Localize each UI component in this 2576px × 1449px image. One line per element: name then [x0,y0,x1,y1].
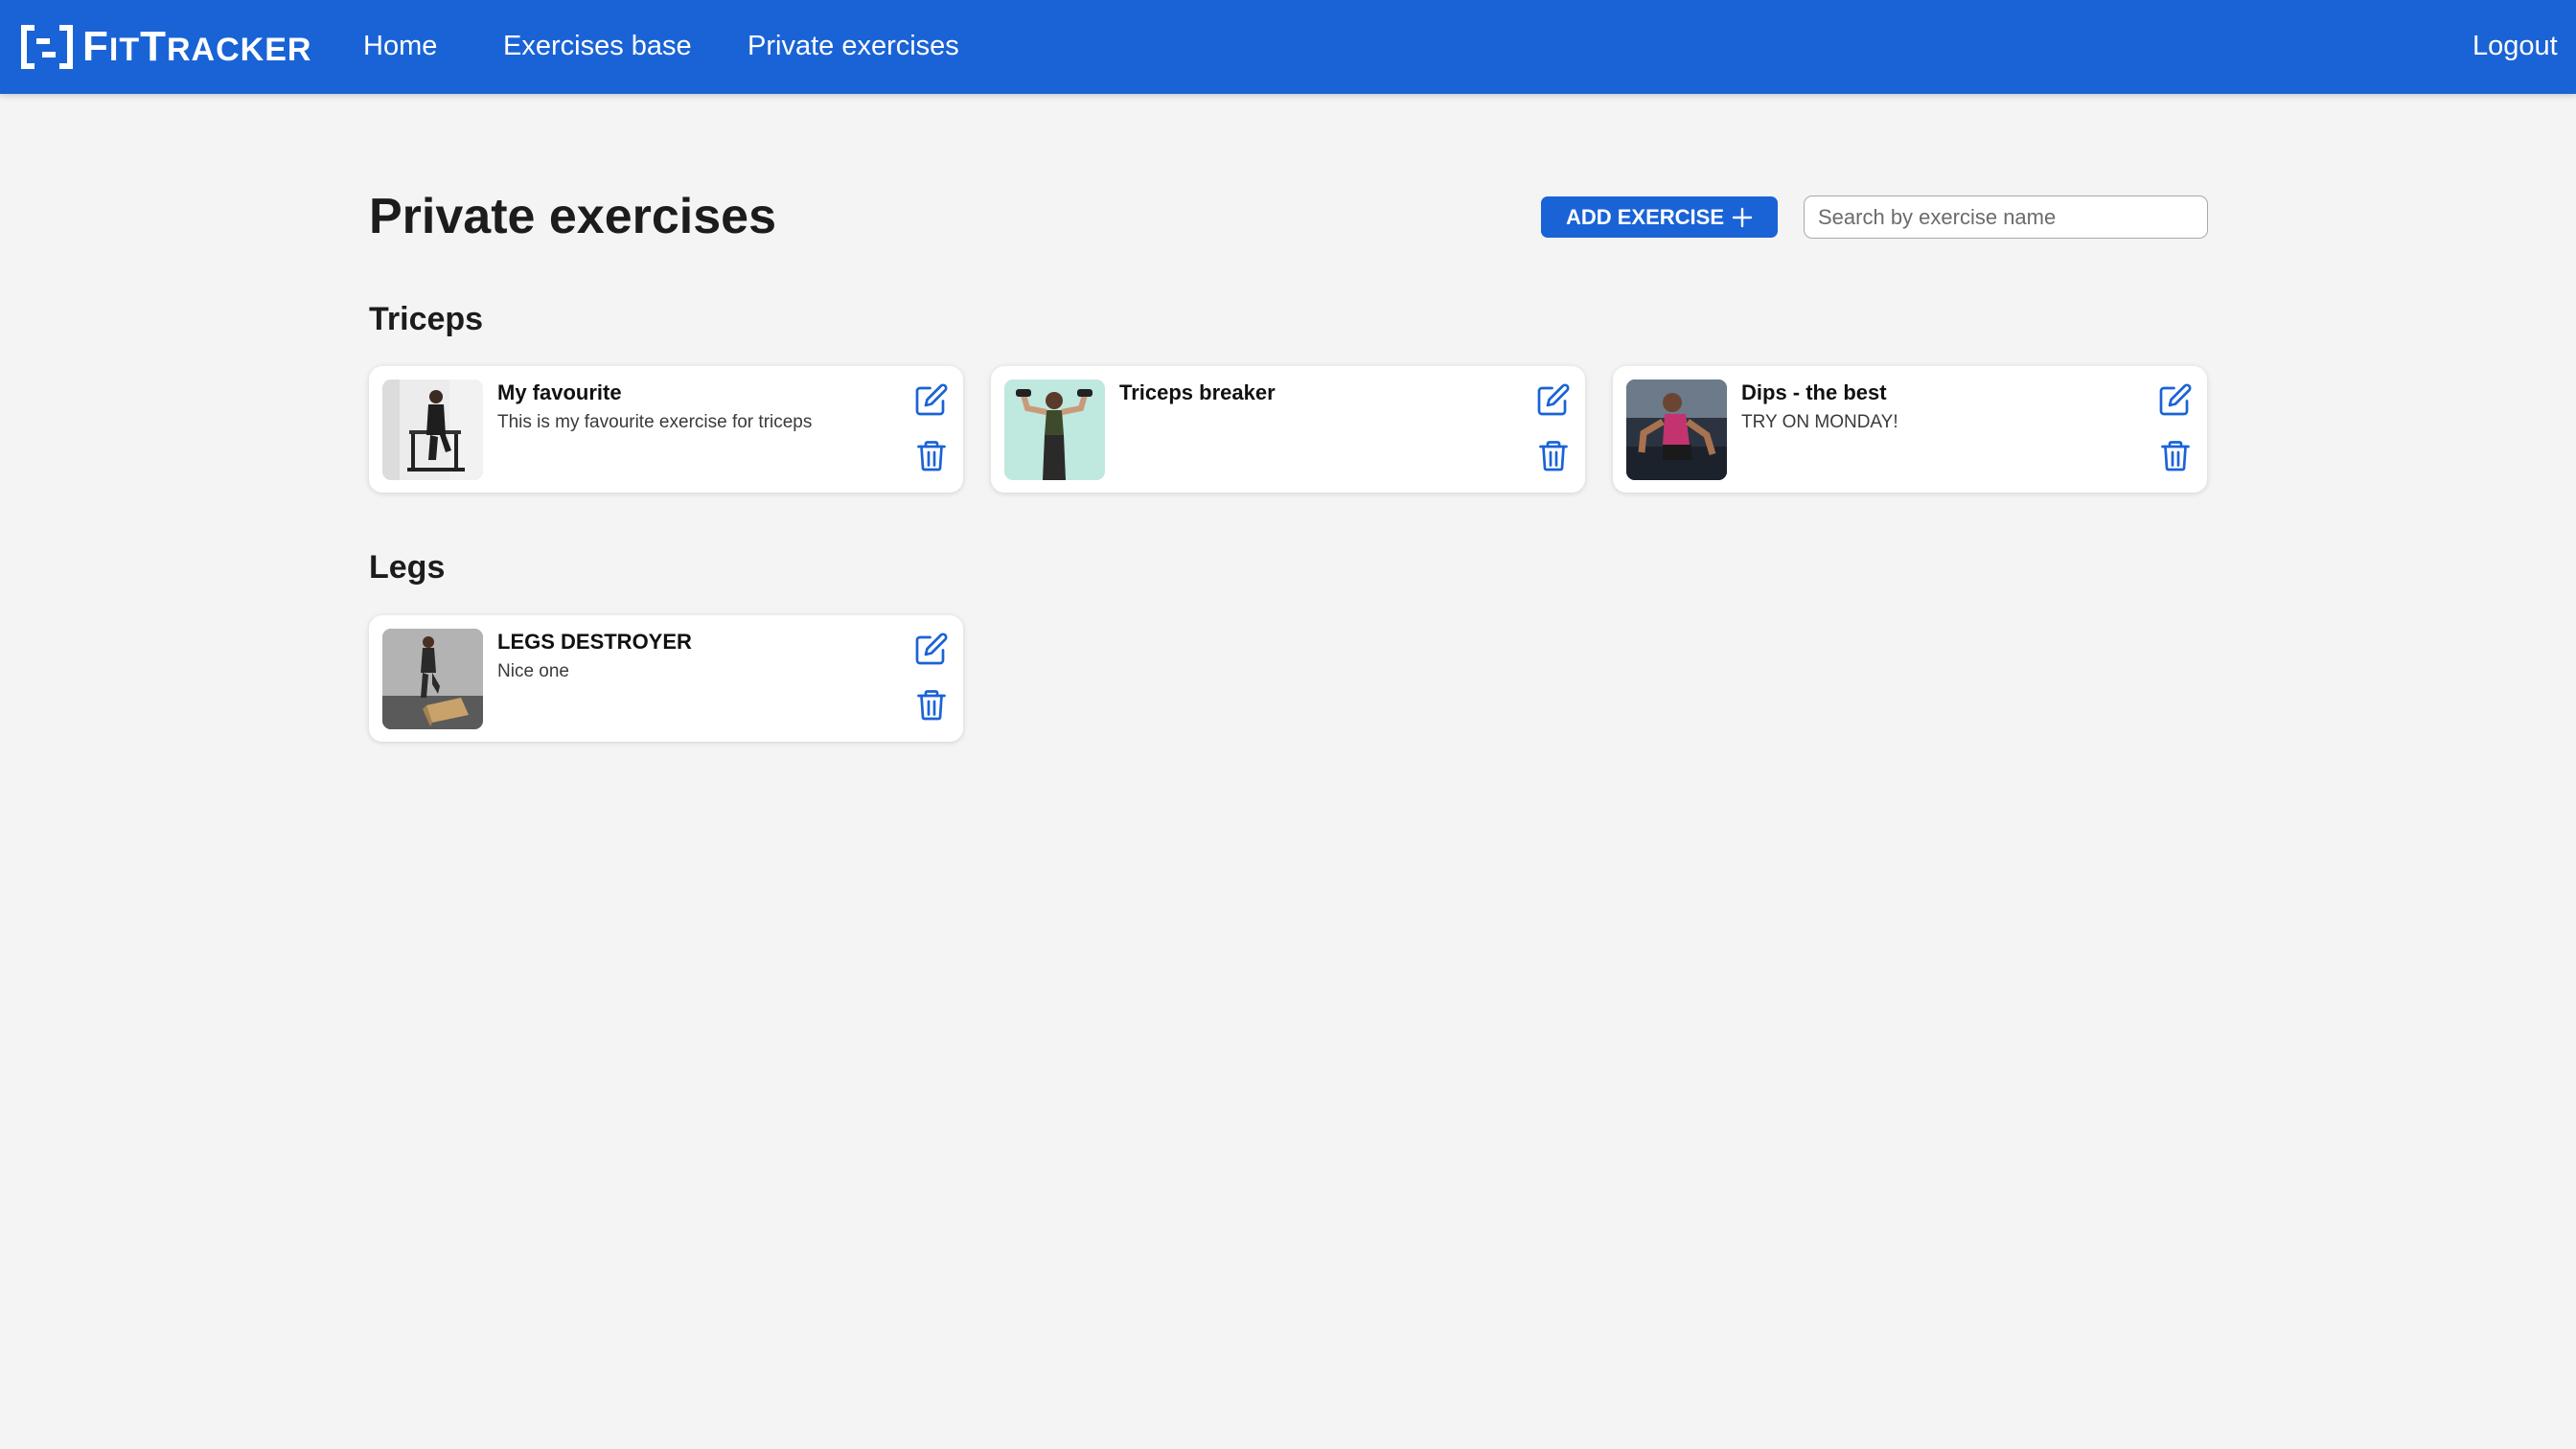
edit-icon [1537,383,1570,416]
delete-button[interactable] [1535,437,1572,473]
nav-link-home[interactable]: Home [363,29,437,63]
logout-link[interactable]: Logout [2472,29,2558,63]
exercise-card[interactable]: LEGS DESTROYER Nice one [369,615,963,742]
search-input[interactable] [1804,196,2208,239]
plus-icon [1732,207,1753,227]
edit-button[interactable] [913,631,950,667]
nav-link-private-exercises[interactable]: Private exercises [748,29,959,63]
exercise-thumbnail [382,629,483,729]
trash-icon [2161,441,2190,472]
exercise-thumbnail [1004,380,1105,480]
exercise-description: TRY ON MONDAY! [1741,412,1898,432]
trash-icon [917,441,946,472]
exercise-name: Triceps breaker [1119,380,1276,404]
logo-text: FITTRACKER [82,23,312,70]
trash-icon [917,690,946,721]
edit-icon [915,383,948,416]
logo-icon [21,25,73,69]
section-title-legs: Legs [369,549,446,586]
exercise-description: Nice one [497,661,569,681]
trash-icon [1539,441,1568,472]
add-exercise-button[interactable]: ADD EXERCISE [1541,196,1778,238]
exercise-name: My favourite [497,380,622,404]
page-title: Private exercises [369,189,777,244]
delete-button[interactable] [913,686,950,723]
edit-icon [915,632,948,665]
exercise-name: Dips - the best [1741,380,1887,404]
edit-button[interactable] [913,381,950,418]
exercise-card[interactable]: Triceps breaker [991,366,1585,493]
edit-icon [2159,383,2192,416]
section-title-triceps: Triceps [369,301,484,337]
exercise-card[interactable]: My favourite This is my favourite exerci… [369,366,963,493]
edit-button[interactable] [2157,381,2194,418]
app-logo[interactable]: FITTRACKER [19,21,311,73]
delete-button[interactable] [913,437,950,473]
exercise-name: LEGS DESTROYER [497,630,692,654]
exercise-card[interactable]: Dips - the best TRY ON MONDAY! [1613,366,2207,493]
exercise-thumbnail [1626,380,1727,480]
delete-button[interactable] [2157,437,2194,473]
edit-button[interactable] [1535,381,1572,418]
top-navbar: FITTRACKER Home Exercises base Private e… [0,0,2576,94]
exercise-description: This is my favourite exercise for tricep… [497,412,813,432]
add-exercise-label: ADD EXERCISE [1565,204,1725,229]
exercise-thumbnail [382,380,483,480]
nav-link-exercises-base[interactable]: Exercises base [503,29,692,63]
